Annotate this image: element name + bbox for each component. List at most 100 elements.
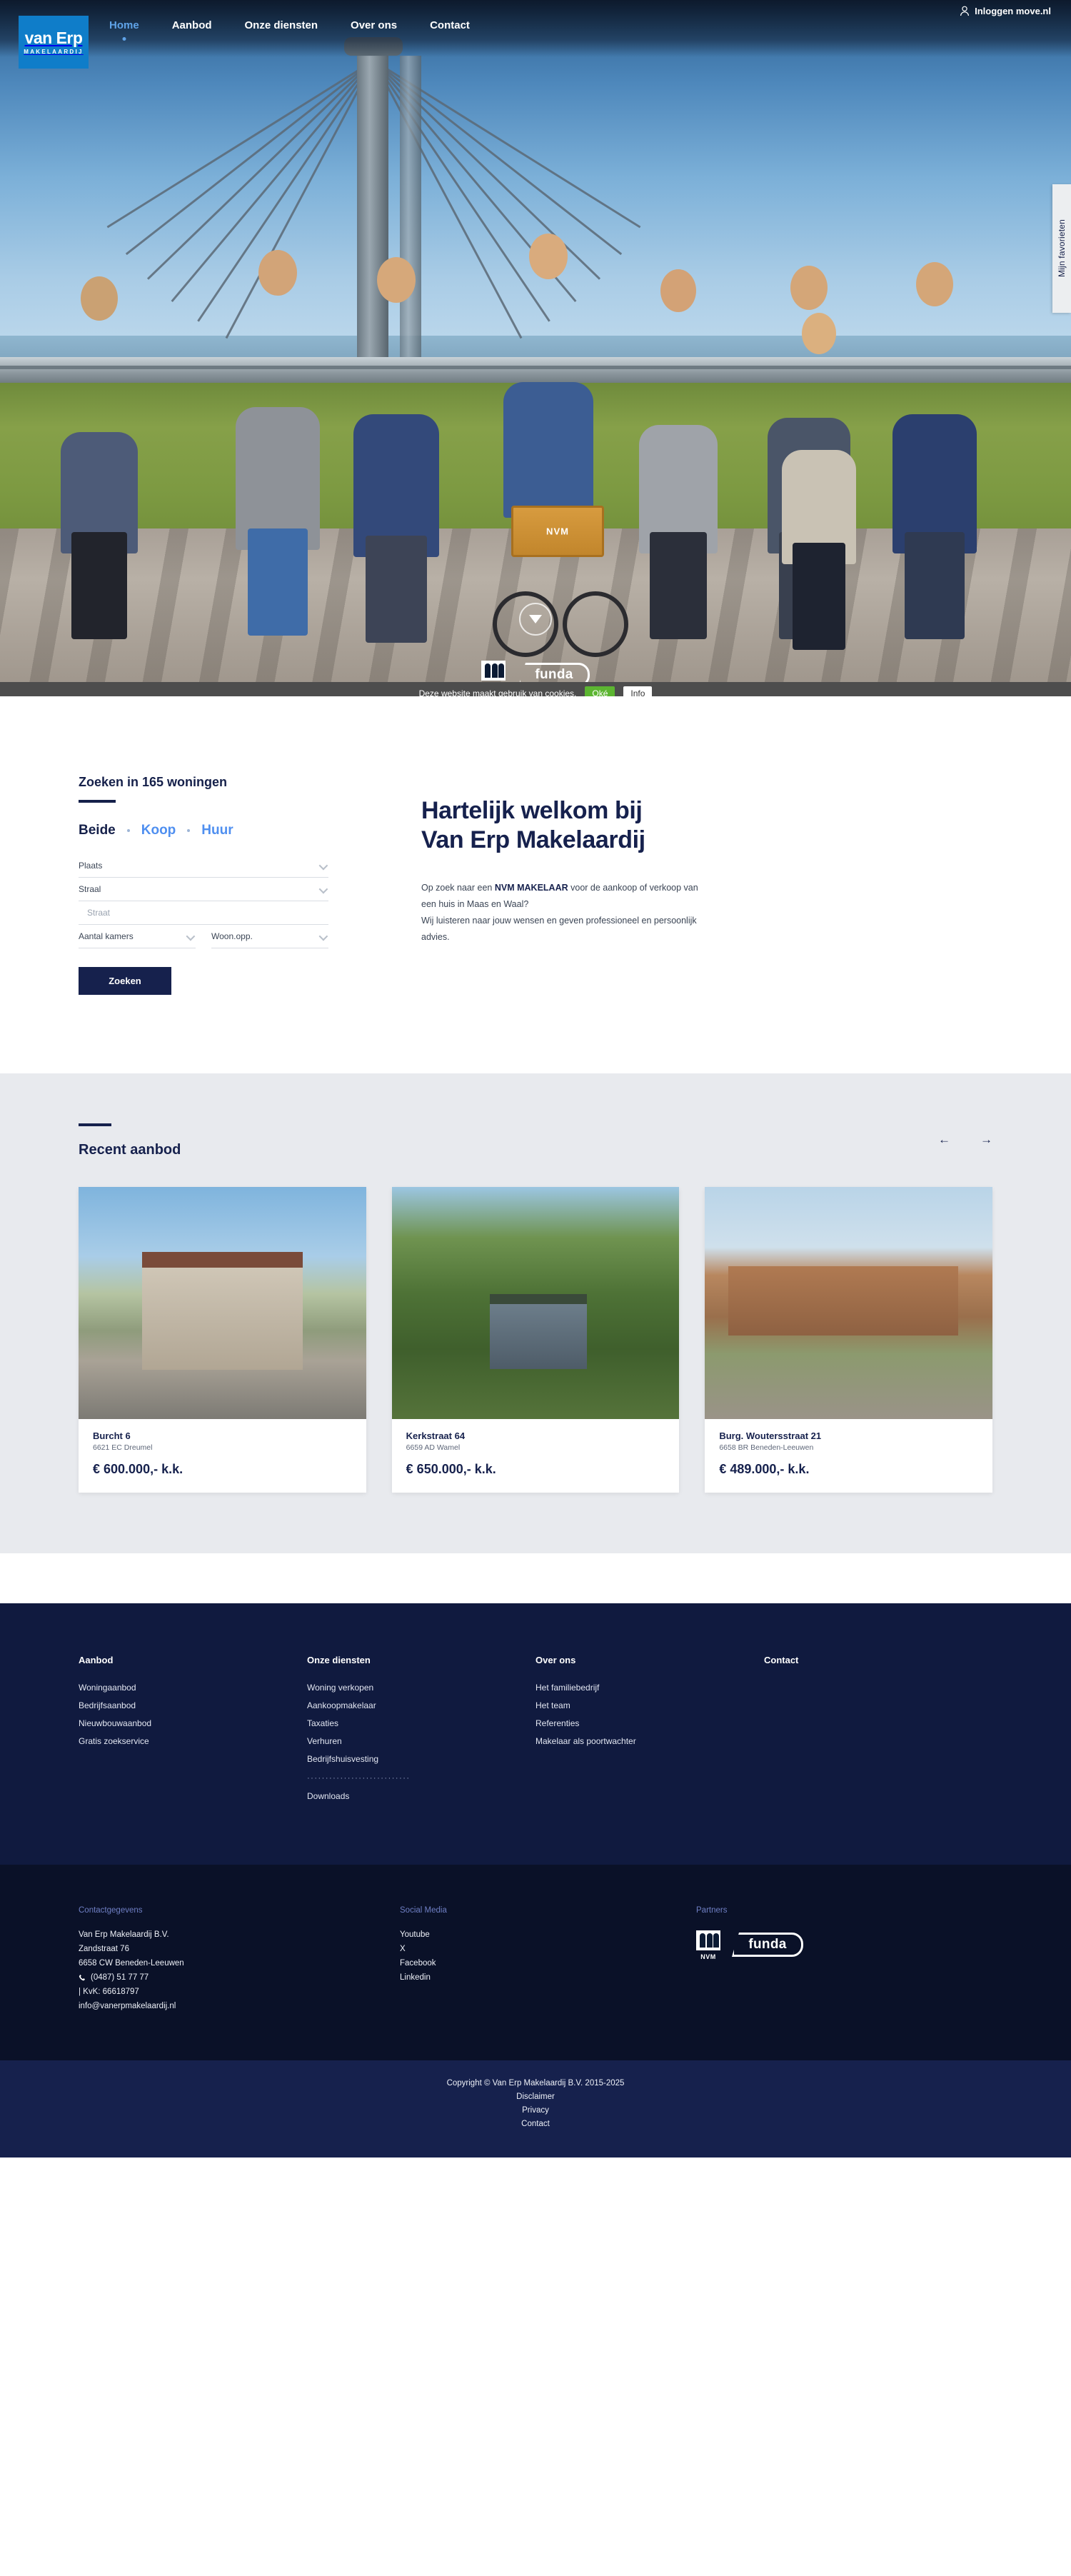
- aantal-kamers-select[interactable]: Aantal kamers: [79, 925, 196, 948]
- footer-link[interactable]: Makelaar als poortwachter: [536, 1736, 764, 1746]
- social-link-facebook[interactable]: Facebook: [400, 1959, 696, 1968]
- listing-card[interactable]: Burcht 6 6621 EC Dreumel € 600.000,- k.k…: [79, 1187, 366, 1493]
- woon-opp-select[interactable]: Woon.opp.: [211, 925, 328, 948]
- nav-item-over-ons[interactable]: Over ons: [334, 19, 413, 31]
- hero-banner: NVM NVM funda van Erp MAKELAARDIJ: [0, 0, 1071, 696]
- footer-link[interactable]: Gratis zoekservice: [79, 1736, 307, 1746]
- welcome-panel: Hartelijk welkom bij Van Erp Makelaardij…: [364, 775, 992, 995]
- section-spacer: [0, 1553, 1071, 1603]
- tab-beide[interactable]: Beide: [79, 823, 116, 838]
- footer-column-contact: Contact: [764, 1655, 992, 1809]
- footer-bottom-link-contact[interactable]: Contact: [0, 2120, 1071, 2128]
- nav-item-contact[interactable]: Contact: [413, 19, 486, 31]
- footer-link[interactable]: Woningaanbod: [79, 1683, 307, 1693]
- footer-secondary: Contactgegevens Van Erp Makelaardij B.V.…: [0, 1865, 1071, 2060]
- plaats-label: Plaats: [79, 861, 103, 871]
- listing-street: Burg. Woutersstraat 21: [719, 1430, 822, 1441]
- favorites-side-tab[interactable]: Mijn favorieten: [1052, 184, 1071, 313]
- footer-link-downloads[interactable]: Downloads: [307, 1791, 536, 1801]
- contact-city: 6658 CW Beneden-Leeuwen: [79, 1959, 184, 1968]
- social-heading: Social Media: [400, 1906, 447, 1915]
- welcome-body-pre: Op zoek naar een: [421, 882, 495, 893]
- contact-company: Van Erp Makelaardij B.V.: [79, 1930, 169, 1939]
- listing-photo: [391, 1187, 680, 1419]
- listing-photo: [79, 1187, 366, 1419]
- contact-street: Zandstraat 76: [79, 1945, 129, 1953]
- funda-logo-icon[interactable]: funda: [732, 1933, 803, 1957]
- chevron-down-icon: [186, 931, 196, 941]
- listing-card[interactable]: Burg. Woutersstraat 21 6658 BR Beneden-L…: [705, 1187, 993, 1493]
- woon-opp-label: Woon.opp.: [211, 931, 253, 941]
- footer-link[interactable]: Taxaties: [307, 1718, 536, 1728]
- contact-phone-row[interactable]: (0487) 51 77 77: [79, 1973, 400, 1982]
- recent-listings-section: Recent aanbod ← → Burcht 6 6621 EC Dreum…: [0, 1073, 1071, 1553]
- listing-price: € 489.000,- k.k.: [719, 1462, 810, 1476]
- footer-column-title: Onze diensten: [307, 1655, 371, 1665]
- nav-item-home[interactable]: Home: [93, 19, 156, 31]
- funda-logo-label: funda: [535, 667, 573, 682]
- copyright-text: Copyright © Van Erp Makelaardij B.V. 201…: [446, 2079, 625, 2088]
- footer-column-onze-diensten: Onze diensten Woning verkopen Aankoopmak…: [307, 1655, 536, 1809]
- login-label: Inloggen move.nl: [975, 6, 1051, 16]
- nav-item-onze-diensten[interactable]: Onze diensten: [228, 19, 335, 31]
- scroll-down-button[interactable]: [519, 603, 552, 636]
- chevron-down-icon: [318, 931, 328, 941]
- footer-contact-block: Contactgegevens Van Erp Makelaardij B.V.…: [79, 1906, 400, 2016]
- chevron-down-icon: [529, 615, 542, 623]
- listing-photo: [705, 1187, 993, 1419]
- footer-link[interactable]: Het team: [536, 1700, 764, 1710]
- footer-link[interactable]: Verhuren: [307, 1736, 536, 1746]
- plaats-select[interactable]: Plaats: [79, 854, 328, 878]
- straal-label: Straal: [79, 884, 101, 894]
- main-nav: Home Aanbod Onze diensten Over ons Conta…: [93, 19, 486, 31]
- social-link-x[interactable]: X: [400, 1945, 696, 1953]
- footer-link[interactable]: Aankoopmakelaar: [307, 1700, 536, 1710]
- contact-email[interactable]: info@vanerpmakelaardij.nl: [79, 2002, 400, 2010]
- site-logo[interactable]: van Erp MAKELAARDIJ: [19, 16, 89, 69]
- listing-card[interactable]: Kerkstraat 64 6659 AD Wamel € 650.000,- …: [391, 1187, 680, 1493]
- footer-link[interactable]: Bedrijfshuisvesting: [307, 1754, 536, 1764]
- footer-link[interactable]: Woning verkopen: [307, 1683, 536, 1693]
- aantal-kamers-label: Aantal kamers: [79, 931, 134, 941]
- footer-bottom-link-privacy[interactable]: Privacy: [0, 2106, 1071, 2115]
- crate-nvm-label: NVM: [546, 526, 569, 537]
- cookie-accept-button[interactable]: Oké: [585, 686, 615, 696]
- tab-koop[interactable]: Koop: [141, 823, 176, 838]
- user-icon: [960, 6, 970, 16]
- cookie-text: Deze website maakt gebruik van cookies.: [418, 688, 577, 696]
- carousel-prev-button[interactable]: ←: [938, 1133, 950, 1146]
- footer-column-over-ons: Over ons Het familiebedrijf Het team Ref…: [536, 1655, 764, 1809]
- social-link-youtube[interactable]: Youtube: [400, 1930, 696, 1939]
- search-type-tabs: Beide Koop Huur: [79, 823, 328, 838]
- carousel-next-button[interactable]: →: [980, 1133, 992, 1146]
- footer-link[interactable]: Nieuwbouwaanbod: [79, 1718, 307, 1728]
- search-panel: Zoeken in 165 woningen Beide Koop Huur P…: [79, 775, 364, 995]
- footer-link[interactable]: Het familiebedrijf: [536, 1683, 764, 1693]
- footer-bottom-bar: Copyright © Van Erp Makelaardij B.V. 201…: [0, 2060, 1071, 2157]
- listing-zip: 6658 BR Beneden-Leeuwen: [719, 1443, 814, 1452]
- straat-input[interactable]: Straat: [79, 901, 328, 925]
- footer-bottom-link-disclaimer[interactable]: Disclaimer: [0, 2093, 1071, 2101]
- rooms-and-area-row: Aantal kamers Woon.opp.: [79, 925, 328, 948]
- contact-phone: (0487) 51 77 77: [91, 1973, 149, 1982]
- social-link-linkedin[interactable]: Linkedin: [400, 1973, 696, 1982]
- welcome-heading: Hartelijk welkom bij Van Erp Makelaardij: [421, 796, 992, 856]
- logo-line-1: van Erp: [24, 28, 83, 47]
- chevron-down-icon: [318, 884, 328, 894]
- login-link[interactable]: Inloggen move.nl: [960, 6, 1051, 16]
- straal-select[interactable]: Straal: [79, 878, 328, 901]
- tab-huur[interactable]: Huur: [201, 823, 233, 838]
- welcome-body-line-2: Wij luisteren naar jouw wensen en geven …: [421, 916, 697, 943]
- search-submit-button[interactable]: Zoeken: [79, 967, 171, 995]
- cookie-info-button[interactable]: Info: [623, 686, 653, 696]
- footer-link[interactable]: Bedrijfsaanbod: [79, 1700, 307, 1710]
- funda-logo-label: funda: [748, 1937, 787, 1952]
- listing-zip: 6659 AD Wamel: [406, 1443, 461, 1452]
- footer-column-title: Over ons: [536, 1655, 576, 1665]
- contact-heading: Contactgegevens: [79, 1906, 143, 1915]
- welcome-heading-line-2: Van Erp Makelaardij: [421, 826, 645, 854]
- footer-link[interactable]: Referenties: [536, 1718, 764, 1728]
- nvm-logo-icon[interactable]: NVM: [696, 1930, 720, 1960]
- nav-item-aanbod[interactable]: Aanbod: [156, 19, 228, 31]
- favorites-label: Mijn favorieten: [1057, 219, 1067, 278]
